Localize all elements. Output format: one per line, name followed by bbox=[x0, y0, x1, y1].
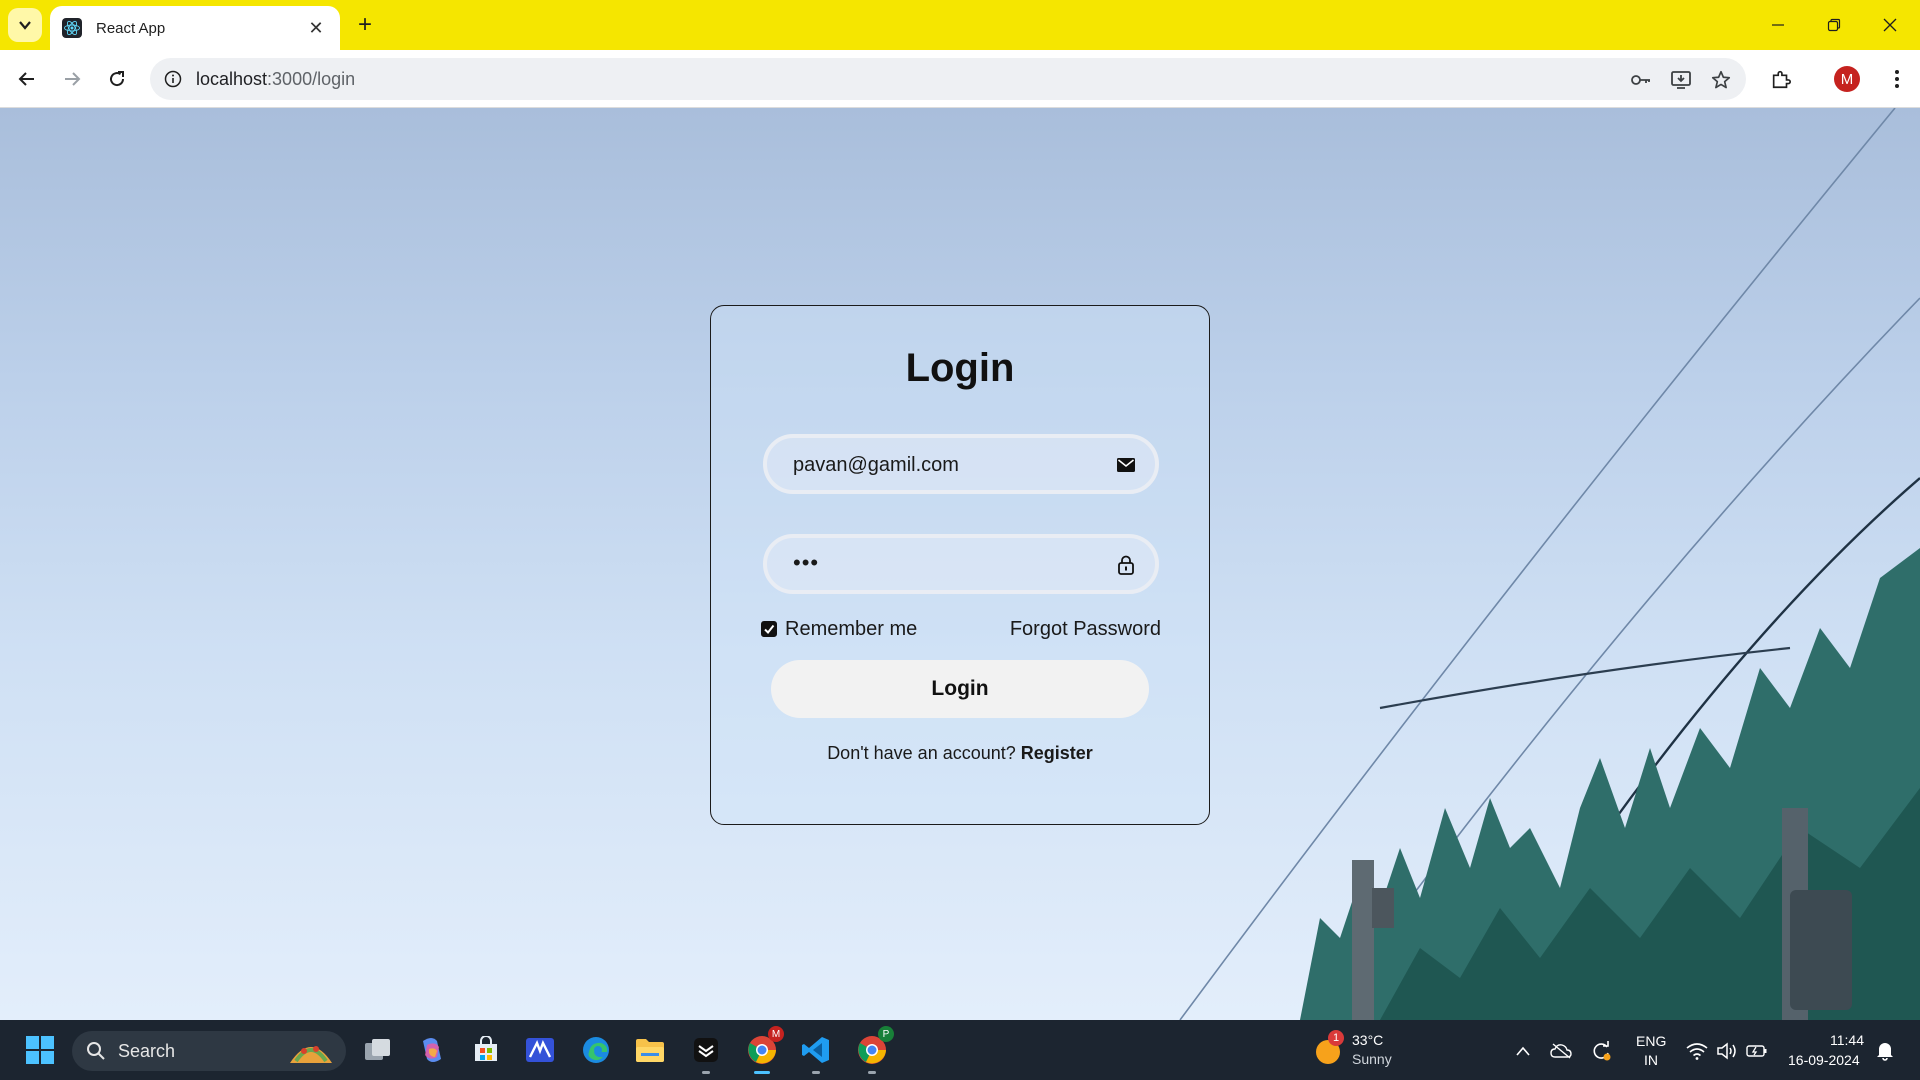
reload-button[interactable] bbox=[100, 62, 134, 96]
battery-icon[interactable] bbox=[1746, 1040, 1768, 1062]
running-indicator bbox=[812, 1071, 820, 1074]
weather-widget[interactable]: 1 33°C Sunny bbox=[1310, 1028, 1410, 1072]
forward-button[interactable] bbox=[55, 62, 89, 96]
restore-button[interactable] bbox=[1806, 0, 1862, 50]
browser-toolbar: localhost:3000/login bbox=[0, 50, 1920, 139]
show-hidden-icons-button[interactable] bbox=[1512, 1040, 1534, 1062]
chrome-profile-badge: P bbox=[878, 1026, 894, 1042]
taskbar-edge[interactable] bbox=[576, 1030, 616, 1070]
password-field[interactable]: ••• bbox=[763, 534, 1159, 594]
install-app-icon[interactable] bbox=[1668, 67, 1694, 93]
taskbar-chrome-profile-m[interactable]: M bbox=[742, 1026, 784, 1074]
running-indicator bbox=[754, 1071, 770, 1074]
minimize-icon bbox=[1772, 24, 1784, 26]
windows-logo-icon bbox=[26, 1036, 54, 1064]
register-link[interactable]: Register bbox=[1021, 743, 1093, 763]
login-title: Login bbox=[905, 346, 1015, 390]
task-view-icon bbox=[365, 1039, 390, 1060]
vscode-icon bbox=[802, 1037, 829, 1063]
copilot-icon bbox=[423, 1038, 441, 1062]
weather-description: Sunny bbox=[1352, 1051, 1392, 1067]
tab-close-icon[interactable]: ✕ bbox=[304, 16, 328, 40]
running-indicator bbox=[702, 1071, 710, 1074]
arrow-left-icon bbox=[18, 72, 34, 86]
folder-icon bbox=[636, 1039, 664, 1062]
react-logo-icon bbox=[62, 18, 82, 38]
remember-me-label[interactable]: Remember me bbox=[785, 618, 917, 641]
start-button[interactable] bbox=[20, 1030, 60, 1070]
language-indicator-line1[interactable]: ENG bbox=[1636, 1032, 1666, 1050]
tab-title: React App bbox=[96, 19, 166, 37]
taskbar-search-box[interactable]: Search bbox=[72, 1031, 346, 1071]
language-indicator-line2[interactable]: IN bbox=[1644, 1051, 1658, 1069]
task-view-button[interactable] bbox=[358, 1030, 398, 1070]
taskbar-copilot[interactable] bbox=[412, 1030, 452, 1070]
chrome-profile-badge: M bbox=[768, 1026, 784, 1042]
browser-menu-button[interactable] bbox=[1880, 62, 1914, 96]
forgot-password-link[interactable]: Forgot Password bbox=[1010, 618, 1161, 641]
taco-illustration-icon bbox=[290, 1046, 332, 1063]
restore-icon bbox=[1827, 18, 1841, 32]
app-icon bbox=[526, 1038, 554, 1062]
back-button[interactable] bbox=[10, 62, 44, 96]
clock-time[interactable]: 11:44 bbox=[1830, 1031, 1864, 1049]
register-prompt-text: Don't have an account? bbox=[827, 743, 1016, 763]
checkmark-icon bbox=[764, 624, 775, 635]
profile-avatar[interactable]: M bbox=[1834, 66, 1860, 92]
weather-alert-badge: 1 bbox=[1328, 1030, 1344, 1046]
wifi-icon[interactable] bbox=[1686, 1040, 1708, 1062]
remember-row: Remember me Forgot Password bbox=[761, 618, 1161, 644]
reload-icon bbox=[110, 71, 125, 87]
taskbar-app-dark[interactable] bbox=[686, 1030, 726, 1074]
tab-react-app[interactable]: React App ✕ bbox=[50, 6, 340, 50]
minimize-button[interactable] bbox=[1750, 0, 1806, 50]
search-icon bbox=[87, 1042, 105, 1060]
taskbar-search-label: Search bbox=[118, 1040, 176, 1061]
lock-icon bbox=[1115, 554, 1137, 576]
new-tab-button[interactable]: + bbox=[350, 10, 380, 40]
taskbar-app-blue[interactable] bbox=[520, 1030, 560, 1070]
onedrive-tray-icon[interactable] bbox=[1550, 1040, 1572, 1062]
puzzle-icon bbox=[1772, 70, 1791, 89]
tab-search-button[interactable] bbox=[8, 8, 42, 42]
store-bag-icon bbox=[475, 1036, 497, 1061]
sync-tray-icon[interactable] bbox=[1590, 1040, 1612, 1062]
close-window-button[interactable] bbox=[1862, 0, 1918, 50]
site-info-icon[interactable] bbox=[160, 66, 186, 92]
email-field[interactable]: pavan@gamil.com bbox=[763, 434, 1159, 494]
chevron-up-icon bbox=[1516, 1046, 1530, 1056]
extensions-button[interactable] bbox=[1764, 62, 1798, 96]
clock-date[interactable]: 16-09-2024 bbox=[1788, 1051, 1860, 1069]
taskbar-chrome-profile-p[interactable]: P bbox=[852, 1026, 894, 1074]
running-indicator bbox=[868, 1071, 876, 1074]
kebab-menu-icon bbox=[1895, 70, 1899, 88]
close-icon bbox=[1883, 18, 1897, 32]
arrow-right-icon bbox=[65, 72, 81, 86]
edge-icon bbox=[583, 1037, 609, 1063]
app-icon bbox=[694, 1038, 718, 1062]
page-viewport: Login pavan@gamil.com ••• Remember me Fo… bbox=[0, 108, 1920, 1020]
taskbar-vscode[interactable] bbox=[796, 1030, 836, 1074]
chevron-down-icon bbox=[19, 21, 31, 30]
windows-taskbar: Search M P 1 33°C Sunny ENG IN 11:44 16-… bbox=[0, 1020, 1920, 1080]
volume-icon[interactable] bbox=[1716, 1040, 1738, 1062]
url-text: localhost:3000/login bbox=[196, 69, 356, 89]
password-key-icon[interactable] bbox=[1628, 67, 1654, 93]
password-input-value: ••• bbox=[793, 550, 820, 575]
register-prompt: Don't have an account? Register bbox=[711, 743, 1209, 764]
envelope-icon bbox=[1115, 454, 1137, 476]
address-bar[interactable]: localhost:3000/login bbox=[150, 58, 1746, 100]
remember-me-checkbox[interactable] bbox=[761, 621, 777, 637]
bookmark-star-icon[interactable] bbox=[1708, 67, 1734, 93]
taskbar-file-explorer[interactable] bbox=[630, 1030, 670, 1070]
weather-temperature: 33°C bbox=[1352, 1032, 1384, 1048]
taskbar-microsoft-store[interactable] bbox=[466, 1030, 506, 1070]
login-card: Login pavan@gamil.com ••• Remember me Fo… bbox=[710, 305, 1210, 825]
login-button[interactable]: Login bbox=[771, 660, 1149, 718]
browser-titlebar: React App ✕ + bbox=[0, 0, 1920, 50]
notification-bell-icon[interactable] bbox=[1874, 1040, 1896, 1062]
email-input-value: pavan@gamil.com bbox=[793, 454, 959, 476]
